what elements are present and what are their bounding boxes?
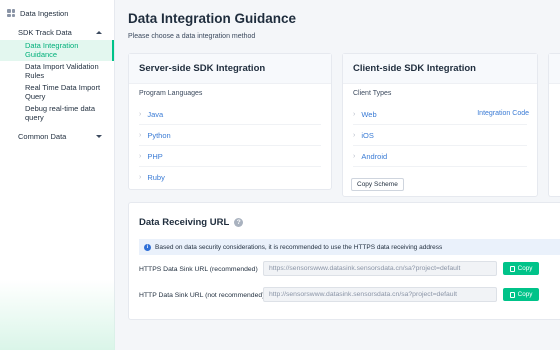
sidebar-item-label: Data Integration Guidance [25, 41, 79, 59]
copy-label: Copy [517, 291, 533, 298]
sidebar-header-label: Data Ingestion [20, 8, 69, 18]
data-receiving-url-card: Data Receiving URL ? i Based on data sec… [128, 202, 560, 320]
language-label: Python [147, 131, 171, 140]
copy-https-url-button[interactable]: Copy [503, 262, 539, 275]
integration-code-link[interactable]: Integration Code [477, 110, 529, 117]
copy-icon [509, 291, 515, 298]
additional-integration-card [548, 53, 560, 197]
chevron-right-icon: › [353, 132, 356, 139]
sidebar-item-real-time-data-import-query[interactable]: Real Time Data Import Query [0, 82, 114, 103]
grid-icon [7, 9, 15, 17]
sidebar: Data Ingestion SDK Track Data Data Integ… [0, 0, 115, 350]
divider [353, 145, 527, 146]
sidebar-item-label: Real Time Data Import Query [25, 83, 101, 101]
sidebar-item-label: Data Import Validation Rules [25, 62, 99, 80]
sidebar-group-label: SDK Track Data [18, 27, 72, 37]
divider [139, 145, 321, 146]
language-php-link[interactable]: › PHP [139, 152, 163, 161]
sidebar-item-label: Debug real-time data query [25, 104, 96, 122]
language-ruby-link[interactable]: › Ruby [139, 173, 165, 182]
sidebar-group-sdk-track-data[interactable]: SDK Track Data [0, 24, 114, 40]
client-type-label: iOS [361, 131, 374, 140]
chevron-right-icon: › [139, 174, 142, 181]
divider [353, 124, 527, 125]
http-url-label: HTTP Data Sink URL (not recommended) [139, 292, 265, 299]
sidebar-header[interactable]: Data Ingestion [0, 2, 114, 24]
caret-up-icon [96, 30, 102, 34]
client-types-label: Client Types [353, 90, 392, 97]
language-java-link[interactable]: › Java [139, 110, 163, 119]
copy-icon [509, 265, 515, 272]
section-title: Data Receiving URL [139, 217, 230, 228]
client-type-label: Web [361, 110, 377, 119]
page-subtitle: Please choose a data integration method [128, 33, 256, 40]
client-type-web-link[interactable]: › Web [353, 110, 377, 119]
language-python-link[interactable]: › Python [139, 131, 171, 140]
notice-text: Based on data security considerations, i… [155, 243, 443, 251]
divider [139, 166, 321, 167]
sidebar-item-debug-real-time-data-query[interactable]: Debug real-time data query [0, 103, 114, 124]
language-label: PHP [147, 152, 163, 161]
card-header [549, 54, 560, 84]
copy-label: Copy [517, 265, 533, 272]
chevron-right-icon: › [139, 153, 142, 160]
data-receiving-url-title: Data Receiving URL ? [139, 217, 244, 228]
http-url-field[interactable]: http://sensorswww.datasink.sensorsdata.c… [263, 287, 497, 302]
security-notice: i Based on data security considerations,… [139, 239, 560, 255]
copy-http-url-button[interactable]: Copy [503, 288, 539, 301]
chevron-right-icon: › [139, 111, 142, 118]
chevron-right-icon: › [139, 132, 142, 139]
client-type-ios-link[interactable]: › iOS [353, 131, 374, 140]
client-type-android-link[interactable]: › Android [353, 152, 387, 161]
sidebar-decoration [0, 280, 115, 350]
https-url-field[interactable]: https://sensorswww.datasink.sensorsdata.… [263, 261, 497, 276]
info-icon: i [144, 243, 151, 251]
language-label: Ruby [147, 173, 165, 182]
https-url-label: HTTPS Data Sink URL (recommended) [139, 266, 258, 273]
client-sdk-card: Client-side SDK Integration Client Types… [342, 53, 538, 197]
sidebar-group-common-data[interactable]: Common Data [0, 128, 114, 144]
program-languages-label: Program Languages [139, 90, 203, 97]
sidebar-group-label: Common Data [18, 131, 67, 141]
main-content: Data Integration Guidance Please choose … [116, 0, 560, 350]
caret-down-icon [96, 134, 102, 138]
copy-scheme-button[interactable]: Copy Scheme [351, 178, 404, 191]
divider [139, 124, 321, 125]
server-sdk-card-title: Server-side SDK Integration [129, 54, 331, 84]
sidebar-item-data-integration-guidance[interactable]: Data Integration Guidance [0, 40, 114, 61]
language-label: Java [147, 110, 164, 119]
page-title: Data Integration Guidance [128, 11, 297, 26]
sidebar-item-data-import-validation-rules[interactable]: Data Import Validation Rules [0, 61, 114, 82]
client-type-label: Android [361, 152, 388, 161]
client-sdk-card-title: Client-side SDK Integration [343, 54, 537, 84]
divider [353, 166, 527, 167]
chevron-right-icon: › [353, 153, 356, 160]
chevron-right-icon: › [353, 111, 356, 118]
server-sdk-card: Server-side SDK Integration Program Lang… [128, 53, 332, 190]
question-circle-icon[interactable]: ? [234, 218, 244, 227]
